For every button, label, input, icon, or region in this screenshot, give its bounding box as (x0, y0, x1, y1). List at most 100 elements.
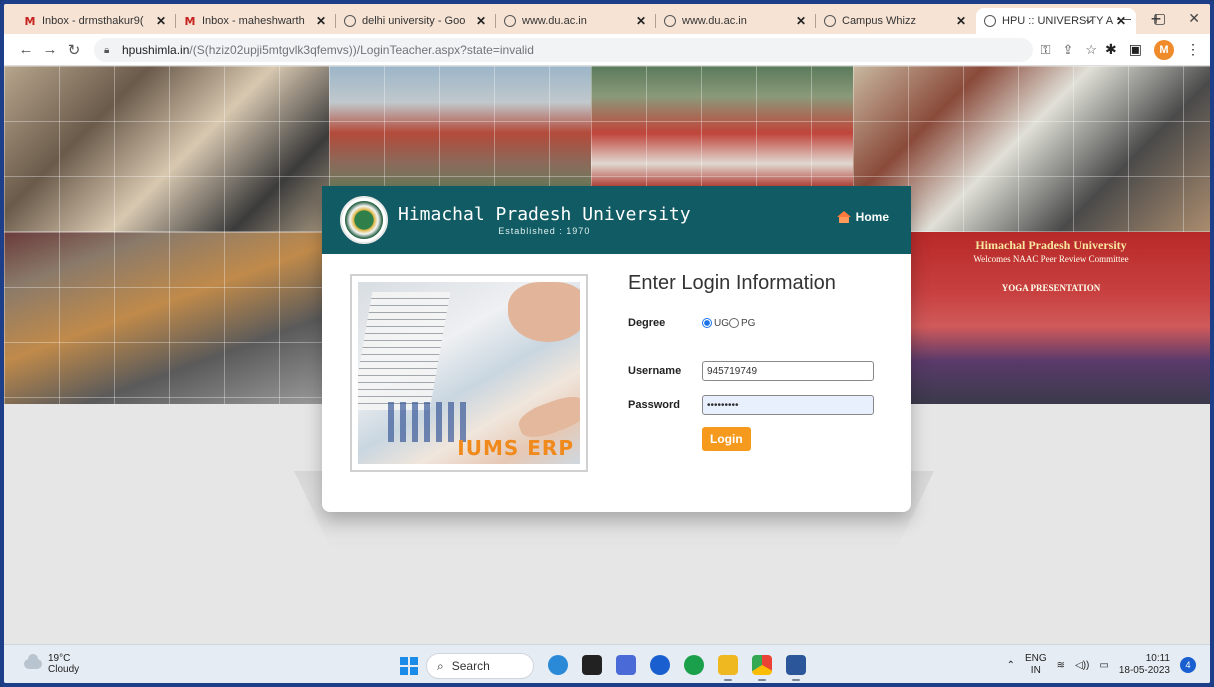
campus-event-photo (4, 232, 322, 404)
tab-google-search[interactable]: delhi university - Goo ✕ (336, 8, 496, 34)
hand-graphic (508, 282, 580, 342)
screen-frame: M Inbox - drmsthakur9( ✕ M Inbox - mahes… (0, 0, 1214, 687)
degree-ug-radio[interactable]: UG (702, 318, 729, 329)
close-tab-icon[interactable]: ✕ (474, 14, 488, 28)
password-row: Password (628, 393, 898, 417)
taskbar-search[interactable]: ⌕ Search (426, 653, 534, 679)
file-explorer-icon[interactable] (718, 655, 738, 681)
radio-empty-icon (729, 318, 739, 328)
close-window-icon[interactable]: ✕ (1188, 10, 1200, 27)
tab-label: www.du.ac.in (682, 15, 747, 27)
volume-icon[interactable]: ◁)) (1075, 660, 1089, 671)
tab-label: Campus Whizz (842, 15, 916, 27)
app-icon[interactable] (650, 655, 670, 675)
window-controls: ⌄ — ▢ ✕ (1083, 10, 1200, 27)
browser-tab-bar: M Inbox - drmsthakur9( ✕ M Inbox - mahes… (4, 4, 1210, 34)
edge-browser-icon[interactable] (548, 655, 568, 675)
banner-title: Himachal Pradesh University (975, 238, 1127, 252)
chevron-up-icon[interactable]: ⌃ (1007, 660, 1015, 671)
page-content: Himachal Pradesh University Welcomes NAA… (4, 66, 1210, 644)
students-photo (4, 66, 329, 232)
login-button[interactable]: Login (702, 427, 751, 451)
clock[interactable]: 10:11 18-05-2023 (1119, 653, 1170, 677)
url-input[interactable]: 🔒︎ hpushimla.in /(S(hziz02upji5mtgvlk3qf… (94, 37, 1033, 62)
login-form: Enter Login Information Degree UG PG Use… (628, 272, 898, 451)
restore-icon[interactable]: ▢ (1153, 10, 1166, 27)
gmail-icon: M (184, 14, 196, 28)
university-name: Himachal Pradesh University (398, 204, 691, 225)
tab-du-1[interactable]: www.du.ac.in ✕ (496, 8, 656, 34)
close-tab-icon[interactable]: ✕ (954, 14, 968, 28)
home-icon (836, 211, 851, 223)
university-emblem-logo (340, 196, 388, 244)
battery-icon[interactable]: ▭ (1099, 660, 1108, 671)
username-input[interactable] (702, 361, 874, 381)
back-icon[interactable]: ← (14, 41, 38, 58)
forward-icon[interactable]: → (38, 41, 62, 58)
tab-label: www.du.ac.in (522, 15, 587, 27)
minimize-icon[interactable]: — (1117, 10, 1131, 27)
home-label: Home (855, 210, 889, 224)
word-icon[interactable] (786, 655, 806, 681)
tab-campus-whizz[interactable]: Campus Whizz ✕ (816, 8, 976, 34)
tab-gmail-2[interactable]: M Inbox - maheshwarth ✕ (176, 8, 336, 34)
teams-chat-icon[interactable] (616, 655, 636, 675)
extensions-icon[interactable]: ✱ (1105, 41, 1117, 58)
globe-icon (344, 15, 356, 27)
campus-building-photo (329, 66, 591, 188)
login-title: Enter Login Information (628, 272, 836, 294)
degree-label: Degree (628, 317, 666, 329)
url-host: hpushimla.in (122, 42, 190, 57)
windows-start-icon[interactable] (400, 657, 418, 675)
close-tab-icon[interactable]: ✕ (154, 14, 168, 28)
bookmark-star-icon[interactable]: ☆ (1085, 42, 1097, 58)
password-label: Password (628, 399, 680, 411)
task-view-icon[interactable] (582, 655, 602, 675)
radio-selected-icon (702, 318, 712, 328)
language-indicator[interactable]: ENG IN (1025, 653, 1047, 677)
close-tab-icon[interactable]: ✕ (794, 14, 808, 28)
search-icon: ⌕ (437, 658, 444, 673)
lang-code: ENG (1024, 653, 1047, 664)
event-banner: Himachal Pradesh University Welcomes NAA… (941, 238, 1161, 294)
username-label: Username (628, 365, 682, 377)
degree-row: Degree UG PG (628, 311, 898, 335)
weather-condition: Cloudy (48, 664, 80, 675)
app-icon[interactable] (684, 655, 704, 675)
login-card: Himachal Pradesh University Established … (322, 186, 911, 512)
tab-gmail-1[interactable]: M Inbox - drmsthakur9( ✕ (16, 8, 176, 34)
key-icon[interactable]: ⚿ (1041, 42, 1051, 58)
date: 18-05-2023 (1118, 665, 1170, 676)
menu-kebab-icon[interactable]: ⋮ (1186, 41, 1200, 58)
globe-icon (824, 15, 836, 27)
yoga-presentation-photo: Himachal Pradesh University Welcomes NAA… (911, 232, 1210, 404)
tab-search-icon[interactable]: ⌄ (1083, 10, 1095, 27)
profile-avatar[interactable]: M (1154, 39, 1174, 60)
globe-icon (984, 15, 996, 27)
card-header: Himachal Pradesh University Established … (322, 186, 911, 254)
address-bar: ← → ↻ 🔒︎ hpushimla.in /(S(hziz02upji5mtg… (4, 34, 1210, 66)
share-icon[interactable]: ⇪ (1062, 42, 1073, 58)
wifi-icon[interactable]: ≋ (1057, 660, 1065, 671)
globe-icon (504, 15, 516, 27)
degree-pg-radio[interactable]: PG (729, 318, 755, 329)
notification-badge[interactable]: 4 (1180, 657, 1196, 673)
close-tab-icon[interactable]: ✕ (314, 14, 328, 28)
temperature: 19°C (48, 653, 71, 664)
gmail-icon: M (24, 14, 36, 28)
weather-widget[interactable]: 19°C Cloudy (24, 653, 79, 675)
username-row: Username (628, 359, 898, 383)
windows-taskbar: 19°C Cloudy ⌕ Search ⌃ ENG IN ≋ ◁)) ▭ 10… (4, 644, 1210, 683)
chrome-icon[interactable] (752, 655, 772, 681)
lock-icon: 🔒︎ (104, 44, 110, 56)
password-input[interactable] (702, 395, 874, 415)
cloud-icon (24, 654, 42, 669)
tab-du-2[interactable]: www.du.ac.in ✕ (656, 8, 816, 34)
iums-erp-logo: IUMS ERP (457, 436, 574, 460)
close-tab-icon[interactable]: ✕ (634, 14, 648, 28)
keyboard-graphic (358, 292, 451, 410)
home-link[interactable]: Home (836, 210, 889, 224)
university-gate-photo (591, 66, 853, 188)
reload-icon[interactable]: ↻ (62, 41, 86, 59)
side-panel-icon[interactable]: ▣ (1129, 41, 1142, 58)
